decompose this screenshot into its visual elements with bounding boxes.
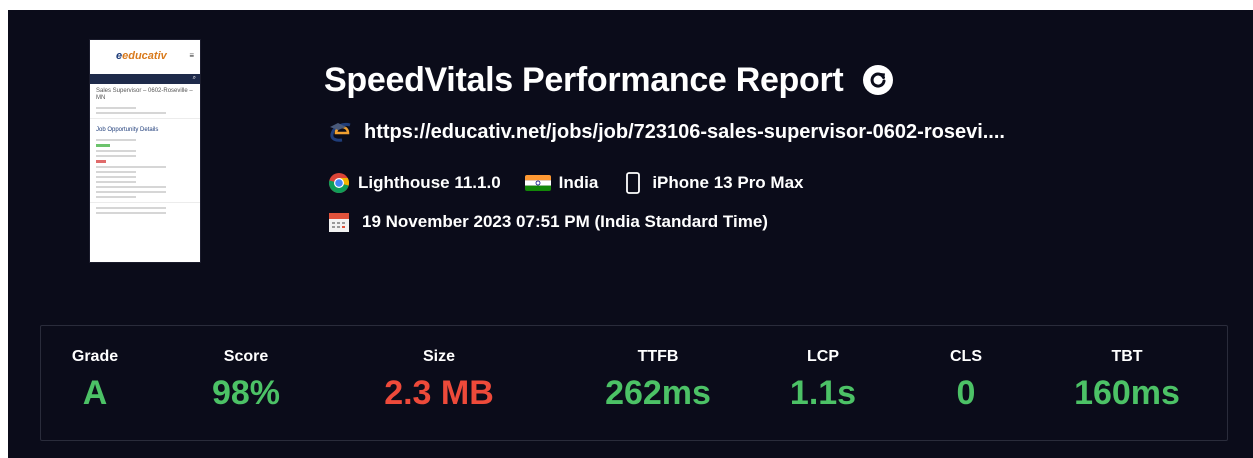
thumbnail-line xyxy=(96,186,166,188)
metric-cls: CLS 0 xyxy=(950,348,982,413)
metric-value: A xyxy=(82,374,108,412)
metric-value: 0 xyxy=(956,374,976,412)
test-meta-row: Lighthouse 11.1.0 India iPhone 13 Pro Ma… xyxy=(328,168,828,198)
metric-label: Score xyxy=(223,348,269,365)
lighthouse-version: Lighthouse 11.1.0 xyxy=(328,172,501,194)
thumbnail-header: eeducativ ≡ xyxy=(90,40,200,74)
tested-url[interactable]: https://educativ.net/jobs/job/723106-sal… xyxy=(364,121,1005,144)
metric-grade: Grade A xyxy=(72,348,118,413)
thumbnail-badge xyxy=(96,144,110,147)
chrome-icon xyxy=(328,173,350,194)
site-favicon-icon xyxy=(330,122,351,142)
hamburger-icon: ≡ xyxy=(189,51,194,60)
test-date: 19 November 2023 07:51 PM (India Standar… xyxy=(362,212,768,231)
thumbnail-heading: Sales Supervisor – 0602-Roseville – MN xyxy=(96,88,193,101)
thumbnail-line xyxy=(96,207,166,209)
page-screenshot-thumbnail[interactable]: eeducativ ≡ ⌕ Sales Supervisor – 0602-Ro… xyxy=(90,40,200,262)
metric-label: Size xyxy=(422,348,455,365)
thumbnail-line xyxy=(96,166,166,168)
thumbnail-line xyxy=(96,196,136,198)
metric-value: 160ms xyxy=(1074,374,1180,412)
metrics-summary: Grade A Score 98% Size 2.3 MB TTFB 262ms… xyxy=(40,325,1228,441)
report-panel: eeducativ ≡ ⌕ Sales Supervisor – 0602-Ro… xyxy=(8,10,1253,458)
title-row: SpeedVitals Performance Report xyxy=(324,58,894,102)
metric-ttfb: TTFB 262ms xyxy=(605,348,711,413)
page-title: SpeedVitals Performance Report xyxy=(324,60,844,99)
thumbnail-line xyxy=(96,191,166,193)
metric-value: 1.1s xyxy=(789,374,857,412)
metric-lcp: LCP 1.1s xyxy=(790,348,856,413)
india-flag-icon xyxy=(524,175,551,191)
metric-tbt: TBT 160ms xyxy=(1074,348,1180,413)
thumbnail-search-bar: ⌕ xyxy=(90,74,200,84)
metric-value: 2.3 MB xyxy=(384,374,494,412)
metric-label: TTFB xyxy=(637,348,679,365)
thumbnail-divider xyxy=(90,118,200,119)
metric-score: Score 98% xyxy=(212,348,280,413)
test-date-row: 19 November 2023 07:51 PM (India Standar… xyxy=(328,208,768,236)
test-location: India xyxy=(524,173,599,193)
phone-icon xyxy=(626,172,641,194)
thumbnail-line xyxy=(96,171,136,173)
thumbnail-line xyxy=(96,150,136,152)
thumbnail-section: Job Opportunity Details xyxy=(96,127,159,133)
thumbnail-divider xyxy=(90,202,200,203)
thumbnail-line xyxy=(96,112,166,114)
calendar-icon xyxy=(329,213,349,232)
refresh-icon[interactable] xyxy=(863,65,894,95)
metric-label: Grade xyxy=(71,348,119,365)
metric-size: Size 2.3 MB xyxy=(384,348,494,413)
metric-value: 262ms xyxy=(605,374,711,412)
test-device: iPhone 13 Pro Max xyxy=(622,172,804,194)
thumbnail-logo: eeducativ xyxy=(116,50,167,62)
thumbnail-line xyxy=(96,212,166,214)
location-label: India xyxy=(558,173,599,192)
search-icon: ⌕ xyxy=(192,75,196,81)
metric-label: LCP xyxy=(807,348,839,365)
thumbnail-line xyxy=(96,155,136,157)
metric-label: CLS xyxy=(950,348,982,365)
thumbnail-line xyxy=(96,139,136,141)
thumbnail-line xyxy=(96,107,136,109)
thumbnail-line xyxy=(96,176,136,178)
thumbnail-line xyxy=(96,181,136,183)
tested-url-row: https://educativ.net/jobs/job/723106-sal… xyxy=(328,118,1005,146)
thumbnail-badge xyxy=(96,160,106,163)
metric-label: TBT xyxy=(1111,348,1143,365)
device-label: iPhone 13 Pro Max xyxy=(652,173,804,192)
metric-value: 98% xyxy=(211,374,281,412)
lighthouse-label: Lighthouse 11.1.0 xyxy=(358,173,501,192)
